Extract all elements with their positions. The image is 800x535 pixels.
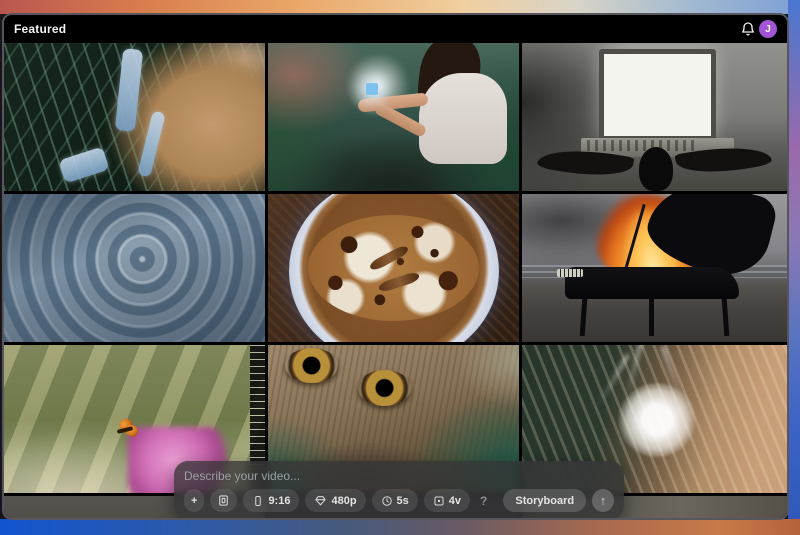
video-tile-girl-glowing-cube[interactable] (267, 43, 520, 191)
monkey-eye (358, 370, 412, 406)
piano-leg (649, 297, 655, 337)
aspect-ratio-button[interactable]: 9:16 (243, 489, 300, 512)
piano-body (564, 266, 740, 300)
prompt-input[interactable] (184, 469, 614, 483)
composer-controls: + 9:16 480p 5s 4v ? Storyboard ↑ (184, 489, 614, 512)
girl-shirt (418, 72, 507, 165)
notifications-button[interactable] (737, 18, 759, 40)
resolution-button[interactable]: 480p (305, 489, 366, 512)
variations-button[interactable]: 4v (423, 489, 471, 512)
bell-icon (742, 22, 754, 36)
glass-tube (136, 110, 166, 178)
phone-portrait-icon (255, 495, 262, 506)
app-header: Featured J (4, 15, 787, 43)
clock-icon (381, 495, 392, 506)
duration-button[interactable]: 5s (371, 489, 418, 512)
help-button[interactable]: ? (476, 494, 491, 508)
monkey-eye (285, 347, 339, 384)
duration-value: 5s (396, 494, 409, 507)
style-preset-button[interactable] (210, 489, 238, 512)
piano-keys (556, 269, 584, 277)
variations-icon (434, 496, 444, 505)
laptop-screen (599, 48, 716, 141)
desktop-wallpaper-top (0, 0, 800, 14)
featured-gallery (4, 43, 787, 518)
add-media-button[interactable]: + (184, 489, 205, 512)
avatar[interactable]: J (759, 20, 777, 38)
desktop-wallpaper-bottom (0, 519, 800, 535)
page-title: Featured (14, 22, 67, 36)
coffee-cream-bubbles (307, 214, 480, 322)
glowing-cube (365, 82, 378, 95)
video-tile-burning-piano[interactable] (522, 194, 787, 342)
submit-button[interactable]: ↑ (592, 489, 614, 512)
bat-body (638, 146, 674, 191)
piano-leg (722, 297, 730, 337)
aspect-ratio-value: 9:16 (268, 494, 291, 507)
video-tile-coffee-bubbles[interactable] (267, 194, 520, 342)
arrow-up-icon: ↑ (599, 493, 607, 508)
gem-icon (315, 496, 327, 506)
storyboard-button[interactable]: Storyboard (503, 489, 587, 512)
app-window: Featured J Describe your video... + 9:16… (2, 13, 789, 520)
style-preset-icon (219, 495, 229, 506)
video-tile-bat-on-laptop[interactable] (522, 43, 787, 191)
variations-value: 4v (448, 494, 462, 507)
resolution-value: 480p (331, 494, 357, 507)
prompt-composer: + 9:16 480p (174, 461, 624, 518)
desktop-wallpaper-right (788, 0, 800, 535)
piano-leg (579, 297, 587, 337)
video-tile-glass-tubes-in-vines[interactable] (4, 43, 265, 191)
glass-tube (58, 145, 110, 184)
glass-tube (114, 48, 143, 132)
video-tile-water-ripple[interactable] (4, 194, 265, 342)
